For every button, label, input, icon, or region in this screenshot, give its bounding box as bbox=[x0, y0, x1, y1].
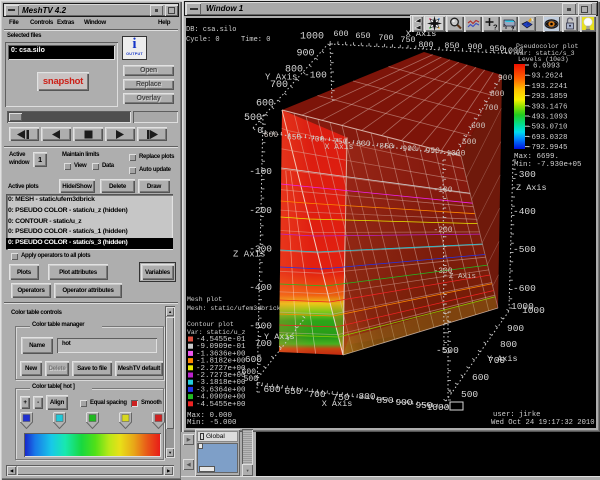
svg-text:-300: -300 bbox=[513, 169, 536, 180]
svg-text:0: 0 bbox=[257, 125, 263, 136]
svg-text:6.6993: 6.6993 bbox=[533, 63, 561, 71]
svg-text:Y Axis: Y Axis bbox=[264, 332, 295, 342]
svg-text:Time: 0: Time: 0 bbox=[241, 36, 270, 44]
svg-text:-193.2241: -193.2241 bbox=[527, 83, 568, 91]
svg-text:600: 600 bbox=[256, 99, 274, 110]
svg-text:900: 900 bbox=[395, 397, 412, 408]
svg-text:800: 800 bbox=[490, 90, 505, 99]
svg-text:-100: -100 bbox=[249, 166, 272, 177]
svg-text:-693.0328: -693.0328 bbox=[527, 134, 568, 142]
svg-text:900: 900 bbox=[467, 42, 482, 52]
svg-text:600: 600 bbox=[245, 354, 262, 365]
svg-text:-200: -200 bbox=[433, 226, 452, 235]
svg-text:600: 600 bbox=[472, 372, 489, 383]
svg-text:user: jirke: user: jirke bbox=[493, 411, 540, 419]
svg-text:Pseudocolor plot: Pseudocolor plot bbox=[516, 43, 579, 50]
svg-text:800: 800 bbox=[500, 339, 517, 350]
svg-text:-400: -400 bbox=[513, 206, 536, 217]
svg-text:Var: static/u_z: Var: static/u_z bbox=[187, 329, 246, 336]
svg-text:Max: 6699.: Max: 6699. bbox=[514, 153, 559, 161]
svg-text:Z Axis: Z Axis bbox=[449, 273, 476, 281]
svg-text:Z Axis: Z Axis bbox=[516, 183, 547, 193]
svg-text:600: 600 bbox=[264, 131, 279, 140]
svg-text:Cycle: 0: Cycle: 0 bbox=[186, 36, 220, 44]
svg-text:?: ? bbox=[493, 23, 498, 31]
svg-text:-493.1093: -493.1093 bbox=[527, 114, 568, 122]
svg-text:-500: -500 bbox=[436, 345, 459, 356]
svg-text:Min: -5.000: Min: -5.000 bbox=[187, 419, 237, 427]
svg-text:950: 950 bbox=[425, 147, 440, 156]
svg-text:-393.1476: -393.1476 bbox=[527, 103, 568, 111]
svg-text:900: 900 bbox=[402, 145, 417, 154]
svg-text:650: 650 bbox=[284, 386, 301, 397]
svg-text:?: ? bbox=[511, 27, 515, 31]
svg-text:500: 500 bbox=[244, 113, 262, 124]
svg-text:Mesh: static/ufem3dbrick: Mesh: static/ufem3dbrick bbox=[187, 305, 281, 312]
svg-text:Z Axis: Z Axis bbox=[233, 250, 265, 260]
svg-text:-500: -500 bbox=[249, 321, 272, 332]
svg-text:600: 600 bbox=[263, 384, 280, 395]
svg-text:Y Axis: Y Axis bbox=[265, 73, 297, 83]
svg-text:-600: -600 bbox=[513, 283, 536, 294]
svg-text:Contour plot: Contour plot bbox=[187, 321, 234, 328]
svg-text:700: 700 bbox=[378, 33, 393, 43]
svg-text:-4.5455e+00: -4.5455e+00 bbox=[196, 401, 246, 409]
svg-text:600: 600 bbox=[333, 29, 348, 39]
svg-text:800: 800 bbox=[358, 391, 375, 402]
svg-text:-400: -400 bbox=[249, 282, 272, 293]
svg-text:1000: 1000 bbox=[427, 402, 450, 413]
svg-text:600: 600 bbox=[471, 122, 486, 131]
svg-text:Wed Oct 24 19:17:32 2010: Wed Oct 24 19:17:32 2010 bbox=[491, 419, 595, 427]
svg-text:650: 650 bbox=[287, 133, 302, 142]
svg-text:850: 850 bbox=[379, 143, 394, 152]
svg-text:700: 700 bbox=[484, 104, 499, 113]
svg-text:X Axis: X Axis bbox=[325, 143, 354, 152]
svg-text:850: 850 bbox=[376, 395, 393, 406]
svg-text:-293.1859: -293.1859 bbox=[527, 93, 568, 101]
svg-text:800: 800 bbox=[418, 40, 433, 50]
svg-text:Y Axis: Y Axis bbox=[487, 354, 518, 364]
svg-text:-792.9945: -792.9945 bbox=[527, 144, 568, 152]
svg-text:900: 900 bbox=[498, 74, 513, 83]
svg-text:DB: csa.silo: DB: csa.silo bbox=[186, 26, 236, 34]
svg-text:650: 650 bbox=[355, 31, 370, 41]
svg-text:700: 700 bbox=[310, 136, 325, 145]
svg-text:500: 500 bbox=[461, 389, 478, 400]
svg-text:800: 800 bbox=[356, 140, 371, 149]
svg-text:900: 900 bbox=[507, 323, 524, 334]
svg-text:X Axis: X Axis bbox=[322, 399, 353, 409]
svg-text:-200: -200 bbox=[249, 205, 272, 216]
svg-text:500: 500 bbox=[462, 138, 477, 147]
svg-text:-500: -500 bbox=[513, 244, 536, 255]
svg-text:-93.2624: -93.2624 bbox=[527, 73, 564, 81]
svg-text:900: 900 bbox=[297, 49, 315, 60]
svg-text:-100: -100 bbox=[304, 70, 327, 81]
svg-text:-100: -100 bbox=[433, 186, 452, 195]
svg-text:-593.0710: -593.0710 bbox=[527, 124, 568, 132]
svg-text:1000: 1000 bbox=[300, 32, 324, 43]
svg-text:Min: -7.930e+05: Min: -7.930e+05 bbox=[514, 161, 582, 169]
svg-text:1000: 1000 bbox=[522, 305, 545, 316]
svg-text:Mesh plot: Mesh plot bbox=[187, 296, 222, 303]
svg-text:850: 850 bbox=[444, 41, 459, 51]
